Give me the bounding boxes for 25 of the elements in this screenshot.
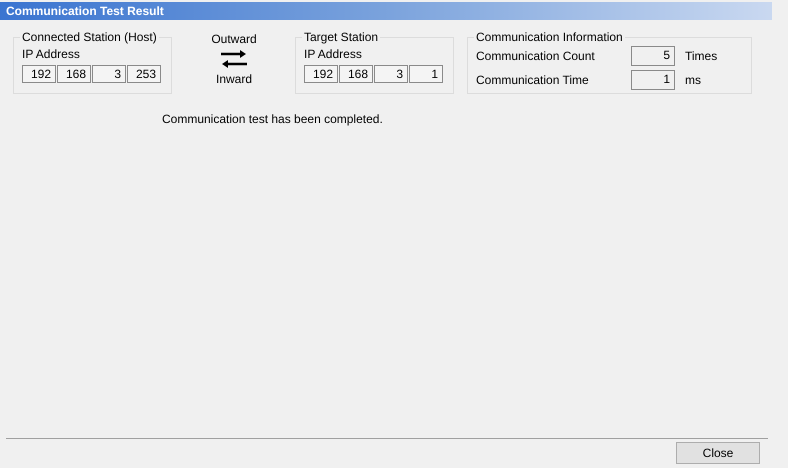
ip-octet-field: 253 (127, 65, 161, 83)
unit-label: Times (685, 49, 718, 63)
field-label: IP Address (22, 47, 81, 61)
inward-label: Inward (216, 72, 252, 86)
field-label: Communication Time (476, 73, 590, 87)
group-title: Communication Information (475, 30, 624, 44)
exchange-arrows-icon (221, 49, 247, 69)
ip-octet-field: 3 (374, 65, 408, 83)
status-message: Communication test has been completed. (162, 112, 384, 126)
field-label: Communication Count (476, 49, 596, 63)
unit-label: ms (685, 73, 702, 87)
group-title: Target Station (303, 30, 380, 44)
group-title: Connected Station (Host) (21, 30, 158, 44)
ip-octet-field: 1 (409, 65, 443, 83)
value-field: 5 (631, 46, 675, 66)
field-label: IP Address (304, 47, 363, 61)
ip-octet-field: 168 (339, 65, 373, 83)
ip-octet-field: 168 (57, 65, 91, 83)
outward-label: Outward (211, 32, 257, 46)
ip-octet-field: 192 (304, 65, 338, 83)
close-button[interactable]: Close (676, 442, 760, 464)
window-title: Communication Test Result (0, 2, 772, 20)
value-field: 1 (631, 70, 675, 90)
ip-octet-field: 192 (22, 65, 56, 83)
ip-octet-field: 3 (92, 65, 126, 83)
